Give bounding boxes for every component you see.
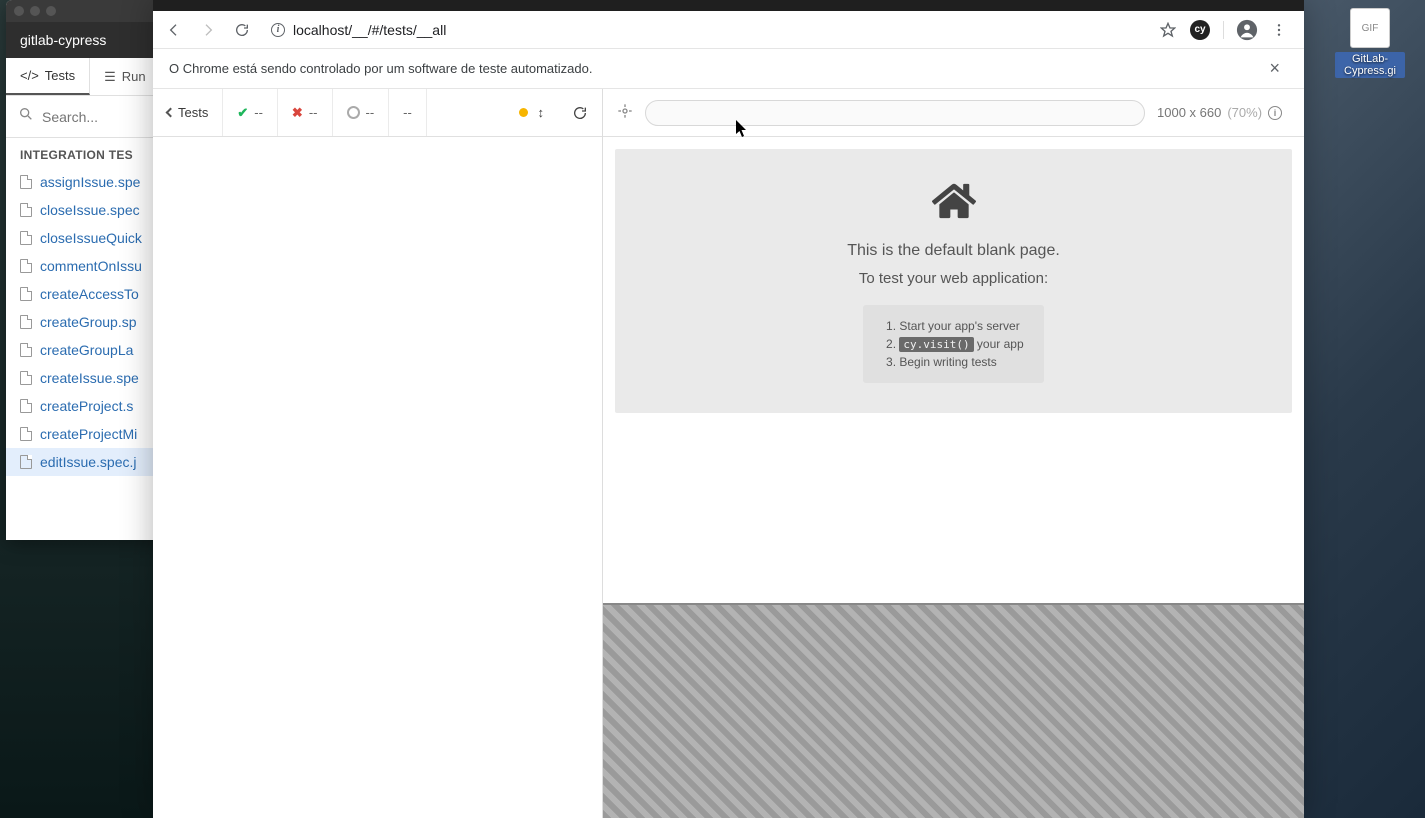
- info-icon: i: [1268, 106, 1282, 120]
- pending-value: --: [366, 105, 375, 120]
- search-icon: [18, 106, 34, 127]
- spec-file-name: commentOnIssu: [40, 258, 142, 274]
- step-2: cy.visit() your app: [899, 335, 1023, 353]
- file-icon: [20, 175, 32, 189]
- spec-file-name: createProject.s: [40, 398, 133, 414]
- tab-tests-label: Tests: [45, 68, 75, 83]
- cypress-extension-icon[interactable]: cy: [1185, 15, 1215, 45]
- blank-subtitle: To test your web application:: [859, 270, 1048, 287]
- file-icon: [20, 399, 32, 413]
- spec-file-name: closeIssue.spec: [40, 202, 140, 218]
- traffic-lights[interactable]: [14, 6, 56, 16]
- tab-runs[interactable]: ☰ Run: [90, 58, 161, 95]
- home-icon: [932, 179, 976, 228]
- close-infobar-button[interactable]: ×: [1261, 54, 1288, 83]
- automation-message: O Chrome está sendo controlado por um so…: [169, 61, 592, 76]
- back-label: Tests: [178, 105, 208, 120]
- spec-file-name: createProjectMi: [40, 426, 137, 442]
- step-1: Start your app's server: [899, 317, 1023, 335]
- spec-file-name: closeIssueQuick: [40, 230, 142, 246]
- file-icon: [20, 231, 32, 245]
- steps-box: Start your app's server cy.visit() your …: [863, 305, 1043, 383]
- spec-file-name: createGroup.sp: [40, 314, 137, 330]
- file-icon: [20, 455, 32, 469]
- file-icon: [20, 427, 32, 441]
- tab-runs-label: Run: [122, 69, 146, 84]
- code-icon: </>: [20, 68, 39, 83]
- profile-button[interactable]: [1232, 15, 1262, 45]
- automation-infobar: O Chrome está sendo controlado por um so…: [153, 49, 1304, 89]
- viewport-dims: 1000 x 660: [1157, 105, 1221, 120]
- viewport-pct: (70%): [1227, 105, 1262, 120]
- passed-count: ✔ --: [223, 89, 278, 136]
- file-icon: [20, 259, 32, 273]
- chrome-window: i localhost/__/#/tests/__all cy O Chrome…: [153, 0, 1304, 818]
- address-bar[interactable]: i localhost/__/#/tests/__all: [261, 16, 1149, 44]
- x-icon: ✖: [292, 105, 303, 121]
- restart-tests-button[interactable]: [558, 89, 602, 136]
- code-chip: cy.visit(): [899, 337, 973, 352]
- back-button[interactable]: [159, 15, 189, 45]
- stack-icon: ☰: [104, 69, 116, 85]
- runner-reporter: Tests ✔ -- ✖ -- -- --: [153, 89, 603, 818]
- divider: [1223, 21, 1224, 39]
- check-icon: ✔: [237, 105, 248, 121]
- step-2-after: your app: [974, 337, 1024, 351]
- spec-file-name: createGroupLa: [40, 342, 133, 358]
- viewport-info[interactable]: 1000 x 660 (70%) i: [1157, 105, 1282, 120]
- tab-tests[interactable]: </> Tests: [6, 58, 90, 95]
- site-info-icon[interactable]: i: [271, 23, 285, 37]
- blank-page-panel: This is the default blank page. To test …: [615, 149, 1292, 413]
- file-icon: [20, 287, 32, 301]
- file-icon: [20, 315, 32, 329]
- out-of-viewport-area: [603, 603, 1304, 818]
- step-3: Begin writing tests: [899, 353, 1023, 371]
- desktop-file[interactable]: GIF GitLab-Cypress.gi: [1335, 8, 1405, 78]
- failed-count: ✖ --: [278, 89, 333, 136]
- chrome-tabstrip: [153, 0, 1304, 11]
- gif-icon: GIF: [1350, 8, 1390, 48]
- pending-count: --: [333, 89, 390, 136]
- spec-file-name: createAccessTo: [40, 286, 139, 302]
- chrome-toolbar: i localhost/__/#/tests/__all cy: [153, 11, 1304, 49]
- forward-button[interactable]: [193, 15, 223, 45]
- desktop-file-label: GitLab-Cypress.gi: [1335, 52, 1405, 78]
- spec-file-name: createIssue.spe: [40, 370, 139, 386]
- duration: --: [389, 89, 427, 136]
- selector-playground-button[interactable]: [617, 103, 633, 122]
- spec-file-name: assignIssue.spe: [40, 174, 140, 190]
- reload-button[interactable]: [227, 15, 257, 45]
- bookmark-button[interactable]: [1153, 15, 1183, 45]
- file-icon: [20, 343, 32, 357]
- app-url-field[interactable]: [645, 100, 1145, 126]
- status-dot-icon: [519, 108, 528, 117]
- chevron-left-icon: [166, 108, 176, 118]
- spec-file-name: editIssue.spec.j: [40, 454, 137, 470]
- file-icon: [20, 203, 32, 217]
- failed-value: --: [309, 105, 318, 120]
- blank-title: This is the default blank page.: [847, 242, 1060, 260]
- chrome-menu-button[interactable]: [1264, 15, 1294, 45]
- runner-preview: 1000 x 660 (70%) i This is the default b…: [603, 89, 1304, 818]
- url-text: localhost/__/#/tests/__all: [293, 22, 446, 38]
- duration-value: --: [403, 105, 412, 120]
- back-to-tests-button[interactable]: Tests: [153, 89, 223, 136]
- passed-value: --: [254, 105, 263, 120]
- file-icon: [20, 371, 32, 385]
- pending-icon: [347, 106, 360, 119]
- cursor-icon: [736, 120, 750, 141]
- auto-scroll-toggle[interactable]: ↕: [538, 105, 545, 120]
